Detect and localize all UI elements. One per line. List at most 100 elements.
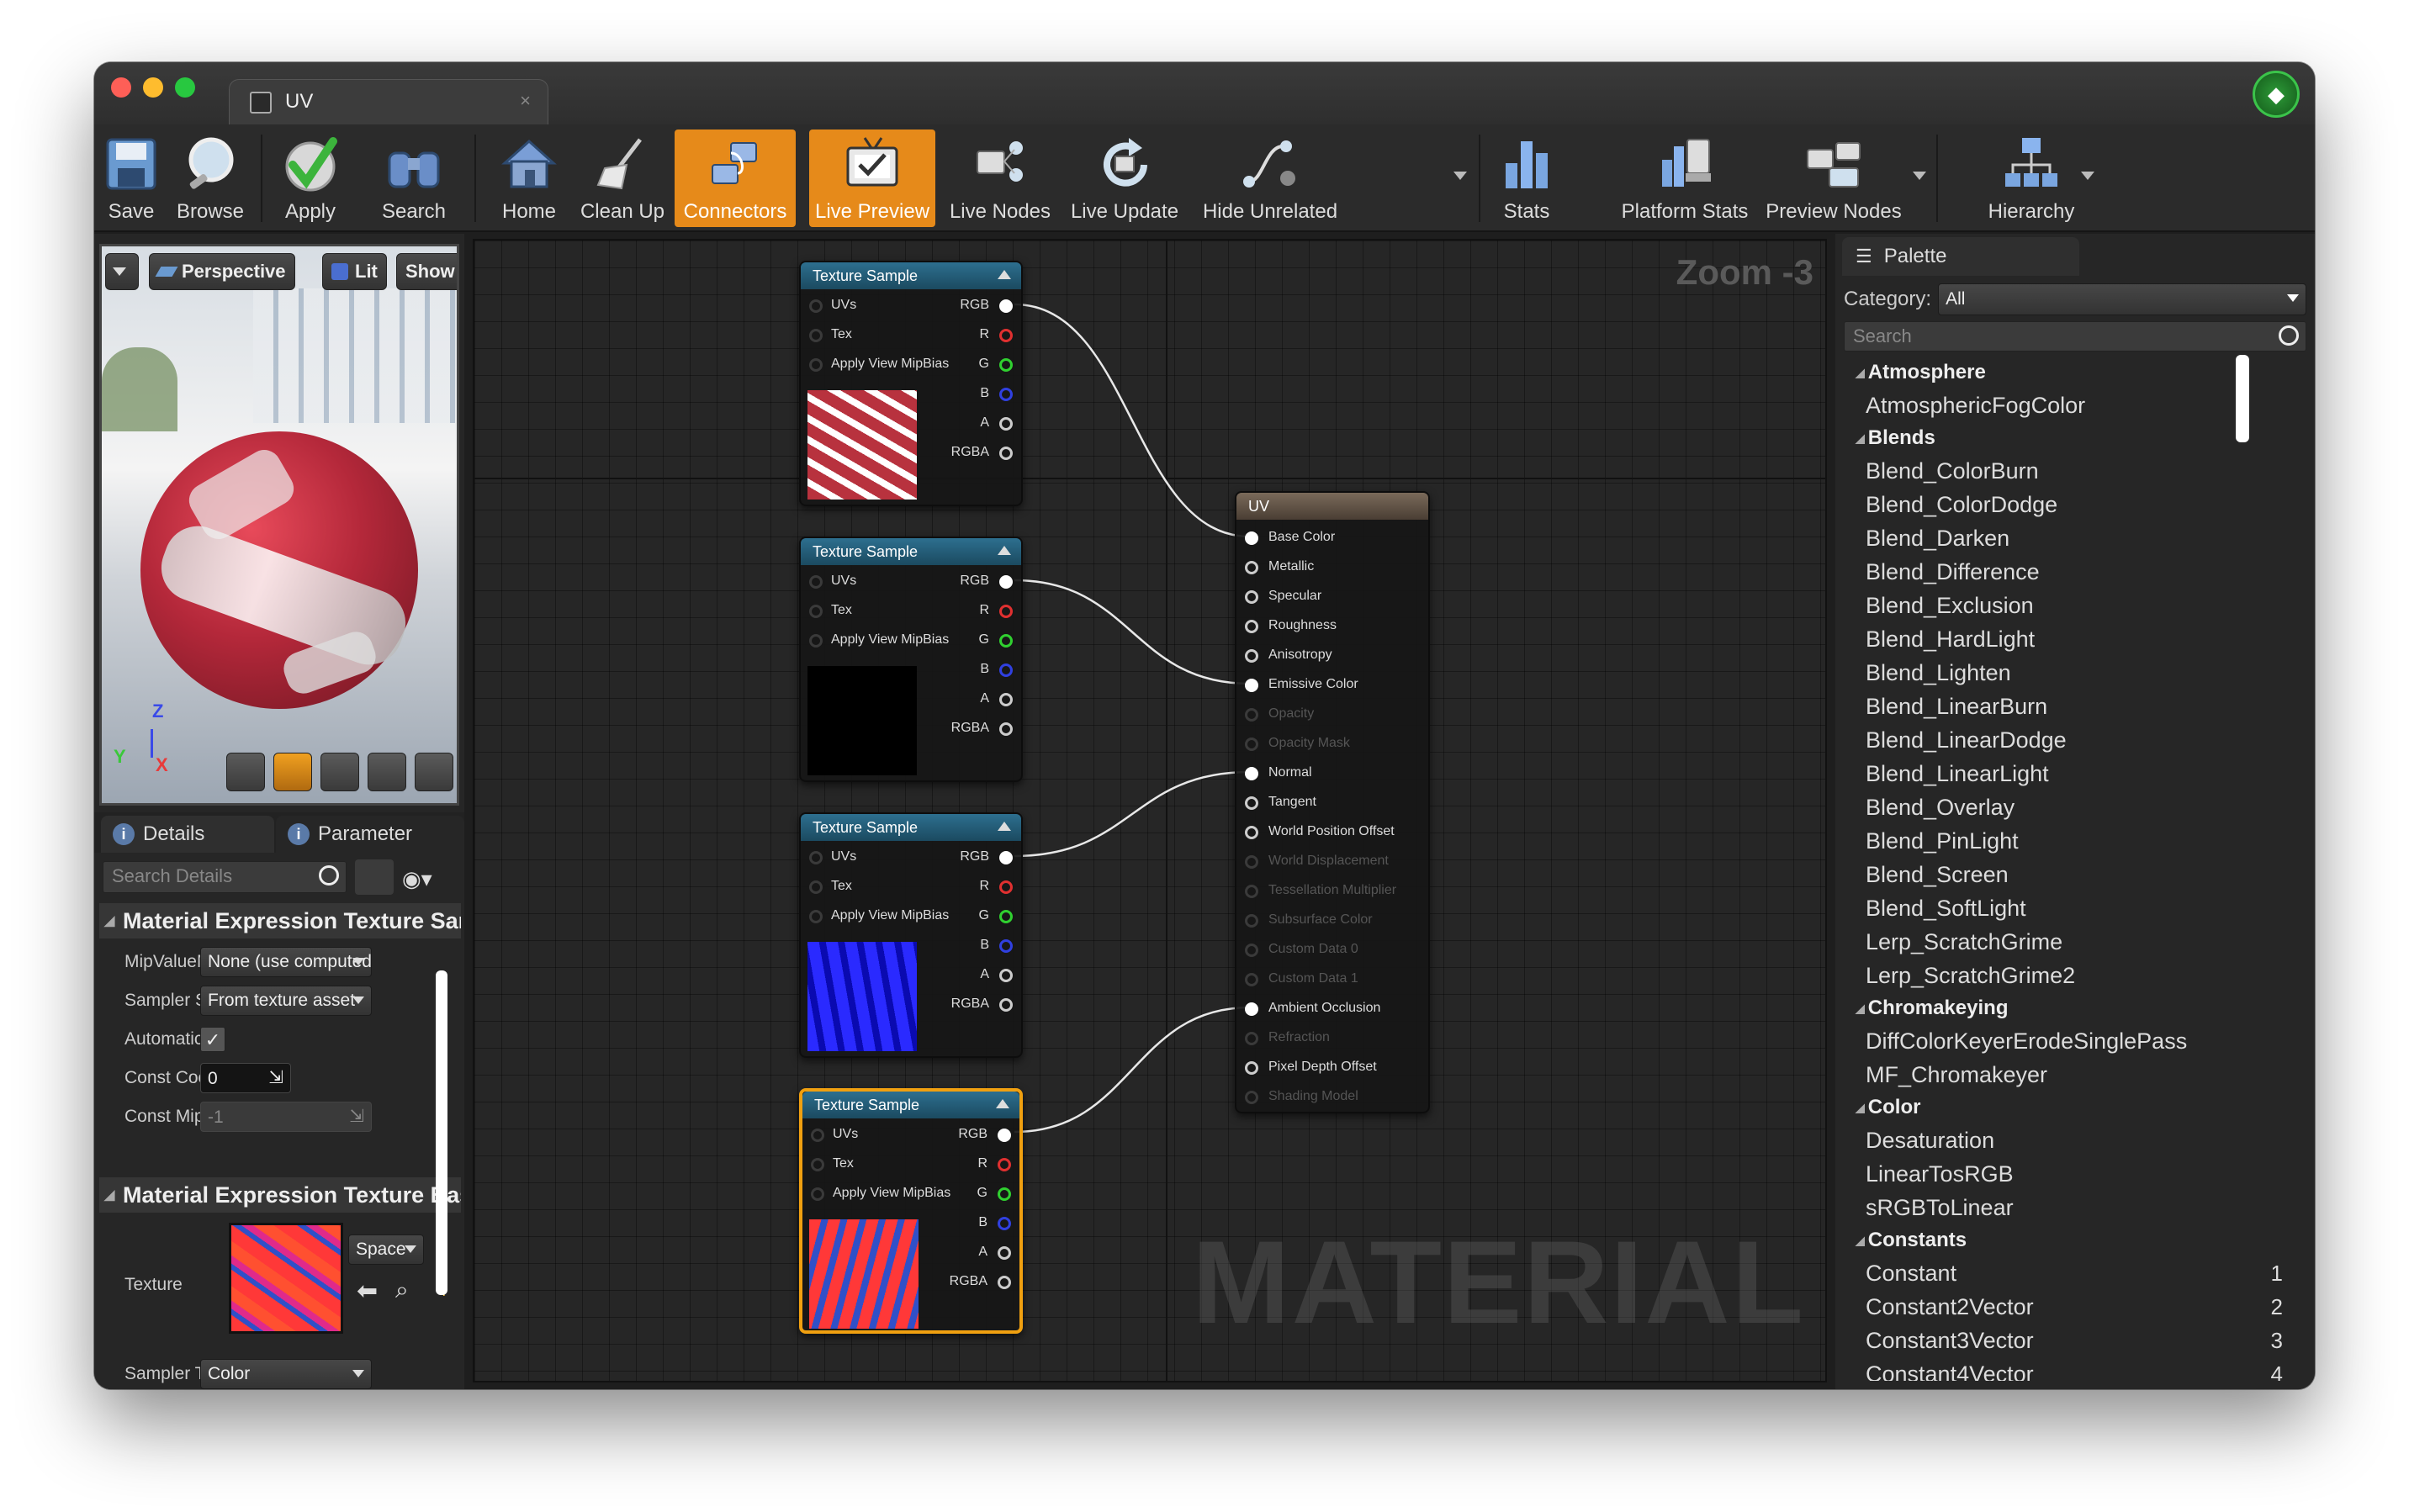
palette-item[interactable]: Blend_Overlay: [1844, 790, 2295, 824]
home-button[interactable]: Home: [483, 130, 575, 227]
output-pin-rgb[interactable]: [999, 299, 1013, 313]
hierarchy-dropdown-arrow-icon[interactable]: [2081, 172, 2094, 180]
preview-sphere-button[interactable]: [273, 753, 312, 791]
property-matrix-icon[interactable]: [355, 859, 394, 895]
material-input-pin[interactable]: [1245, 1032, 1258, 1045]
output-pin-b[interactable]: [999, 388, 1013, 401]
palette-item[interactable]: Blend_ColorDodge: [1844, 488, 2295, 521]
mip-value-mode-combo[interactable]: None (use computed): [200, 947, 372, 977]
palette-category[interactable]: Atmosphere: [1844, 357, 2295, 389]
material-input-pin[interactable]: [1245, 590, 1258, 604]
tab-parameters[interactable]: i Parameter: [276, 816, 464, 853]
details-scrollbar[interactable]: [436, 970, 447, 1295]
input-pin-1[interactable]: [811, 1158, 824, 1171]
material-graph[interactable]: Zoom -3 MATERIAL Texture Sample UVs Tex App…: [473, 239, 1827, 1382]
zoom-window-button[interactable]: [175, 77, 195, 98]
output-pin-g[interactable]: [999, 358, 1013, 372]
output-pin-a[interactable]: [998, 1246, 1011, 1260]
material-input-pin[interactable]: [1245, 885, 1258, 898]
palette-item[interactable]: Lerp_ScratchGrime: [1844, 925, 2295, 959]
palette-item[interactable]: Lerp_ScratchGrime2: [1844, 959, 2295, 992]
palette-item[interactable]: DiffColorKeyerErodeSinglePass: [1844, 1024, 2295, 1058]
palette-category[interactable]: Color: [1844, 1092, 2295, 1123]
sampler-source-combo[interactable]: From texture asset: [200, 986, 372, 1016]
tab-close-icon[interactable]: ×: [520, 90, 531, 112]
preview-cylinder-button[interactable]: [226, 753, 265, 791]
palette-item[interactable]: Constant 1: [1844, 1256, 2295, 1290]
material-input-pin[interactable]: [1245, 620, 1258, 633]
palette-item[interactable]: Blend_HardLight: [1844, 622, 2295, 656]
palette-item[interactable]: Constant4Vector 4: [1844, 1357, 2295, 1382]
palette-category[interactable]: Chromakeying: [1844, 992, 2295, 1024]
input-pin-1[interactable]: [809, 605, 823, 618]
palette-item[interactable]: Blend_Lighten: [1844, 656, 2295, 690]
palette-item[interactable]: Desaturation: [1844, 1123, 2295, 1157]
use-selected-arrow-icon[interactable]: ⬅: [357, 1277, 378, 1306]
material-input-pin[interactable]: [1245, 944, 1258, 957]
material-input-pin[interactable]: [1245, 737, 1258, 751]
output-pin-rgba[interactable]: [999, 447, 1013, 460]
palette-item[interactable]: Blend_LinearLight: [1844, 757, 2295, 790]
texture-sample-node[interactable]: Texture Sample UVs Tex Apply View MipBias RG…: [799, 812, 1023, 1058]
input-pin-0[interactable]: [809, 299, 823, 313]
clean-up-button[interactable]: Clean Up: [577, 130, 668, 227]
output-pin-r[interactable]: [999, 880, 1013, 894]
section-texture-sample[interactable]: Material Expression Texture Sample: [99, 903, 461, 938]
material-input-pin[interactable]: [1245, 561, 1258, 574]
texture-sample-node[interactable]: Texture Sample UVs Tex Apply View MipBias RG…: [799, 1088, 1023, 1334]
texture-sample-node-header[interactable]: Texture Sample: [801, 814, 1021, 841]
material-input-pin[interactable]: [1245, 679, 1258, 692]
texture-sample-node-header[interactable]: Texture Sample: [802, 1092, 1019, 1118]
output-pin-rgb[interactable]: [998, 1129, 1011, 1142]
palette-item[interactable]: Constant3Vector 3: [1844, 1324, 2295, 1357]
search-button[interactable]: Search: [362, 130, 466, 227]
unreal-logo-icon[interactable]: ◆: [2253, 71, 2300, 118]
palette-category[interactable]: Constants: [1844, 1224, 2295, 1256]
connectors-button[interactable]: Connectors: [675, 130, 796, 227]
minimize-window-button[interactable]: [143, 77, 163, 98]
input-pin-2[interactable]: [809, 358, 823, 372]
input-pin-1[interactable]: [809, 329, 823, 342]
input-pin-1[interactable]: [809, 880, 823, 894]
palette-scrollbar[interactable]: [2236, 355, 2249, 442]
palette-search-input[interactable]: Search: [1844, 321, 2306, 352]
output-pin-b[interactable]: [998, 1217, 1011, 1230]
hide-unrelated-button[interactable]: Hide Unrelated: [1194, 130, 1346, 227]
preview-plane-button[interactable]: [320, 753, 359, 791]
output-pin-rgb[interactable]: [999, 575, 1013, 589]
connection-wire[interactable]: [1014, 1006, 1251, 1134]
visibility-eye-icon[interactable]: ◉▾: [402, 866, 432, 892]
material-node-header[interactable]: UV: [1236, 493, 1428, 520]
preview-nodes-button[interactable]: Preview Nodes: [1763, 130, 1904, 227]
hide-unrelated-dropdown-arrow-icon[interactable]: [1453, 172, 1467, 180]
palette-item[interactable]: Blend_Screen: [1844, 858, 2295, 891]
preview-custom-mesh-button[interactable]: [415, 753, 453, 791]
section-texture-base[interactable]: Material Expression Texture Base: [99, 1177, 461, 1213]
material-input-pin[interactable]: [1245, 973, 1258, 986]
material-input-pin[interactable]: [1245, 1091, 1258, 1104]
material-input-pin[interactable]: [1245, 826, 1258, 839]
output-pin-a[interactable]: [999, 693, 1013, 706]
browse-asset-icon[interactable]: ⌕: [395, 1277, 409, 1304]
palette-item[interactable]: sRGBToLinear: [1844, 1191, 2295, 1224]
texture-sample-node-header[interactable]: Texture Sample: [801, 262, 1021, 289]
material-input-pin[interactable]: [1245, 1061, 1258, 1075]
collapse-arrow-icon[interactable]: [998, 822, 1011, 831]
input-pin-2[interactable]: [809, 910, 823, 923]
output-pin-rgb[interactable]: [999, 851, 1013, 864]
palette-item[interactable]: AtmosphericFogColor: [1844, 389, 2295, 422]
viewport-options-button[interactable]: [105, 253, 139, 290]
apply-button[interactable]: Apply: [267, 130, 353, 227]
input-pin-0[interactable]: [809, 575, 823, 589]
perspective-button[interactable]: Perspective: [149, 253, 295, 290]
input-pin-2[interactable]: [811, 1187, 824, 1201]
material-input-pin[interactable]: [1245, 1002, 1258, 1016]
material-input-pin[interactable]: [1245, 531, 1258, 545]
collapse-arrow-icon[interactable]: [998, 546, 1011, 555]
material-result-node[interactable]: UV Base Color Metallic Specular Roughness An…: [1235, 491, 1430, 1113]
connection-wire[interactable]: [1014, 770, 1251, 858]
preview-viewport[interactable]: Perspective Lit Show Z Y X: [99, 244, 459, 806]
lit-button[interactable]: Lit: [322, 253, 387, 290]
texture-space-combo[interactable]: Space: [348, 1234, 424, 1265]
input-pin-0[interactable]: [811, 1129, 824, 1142]
